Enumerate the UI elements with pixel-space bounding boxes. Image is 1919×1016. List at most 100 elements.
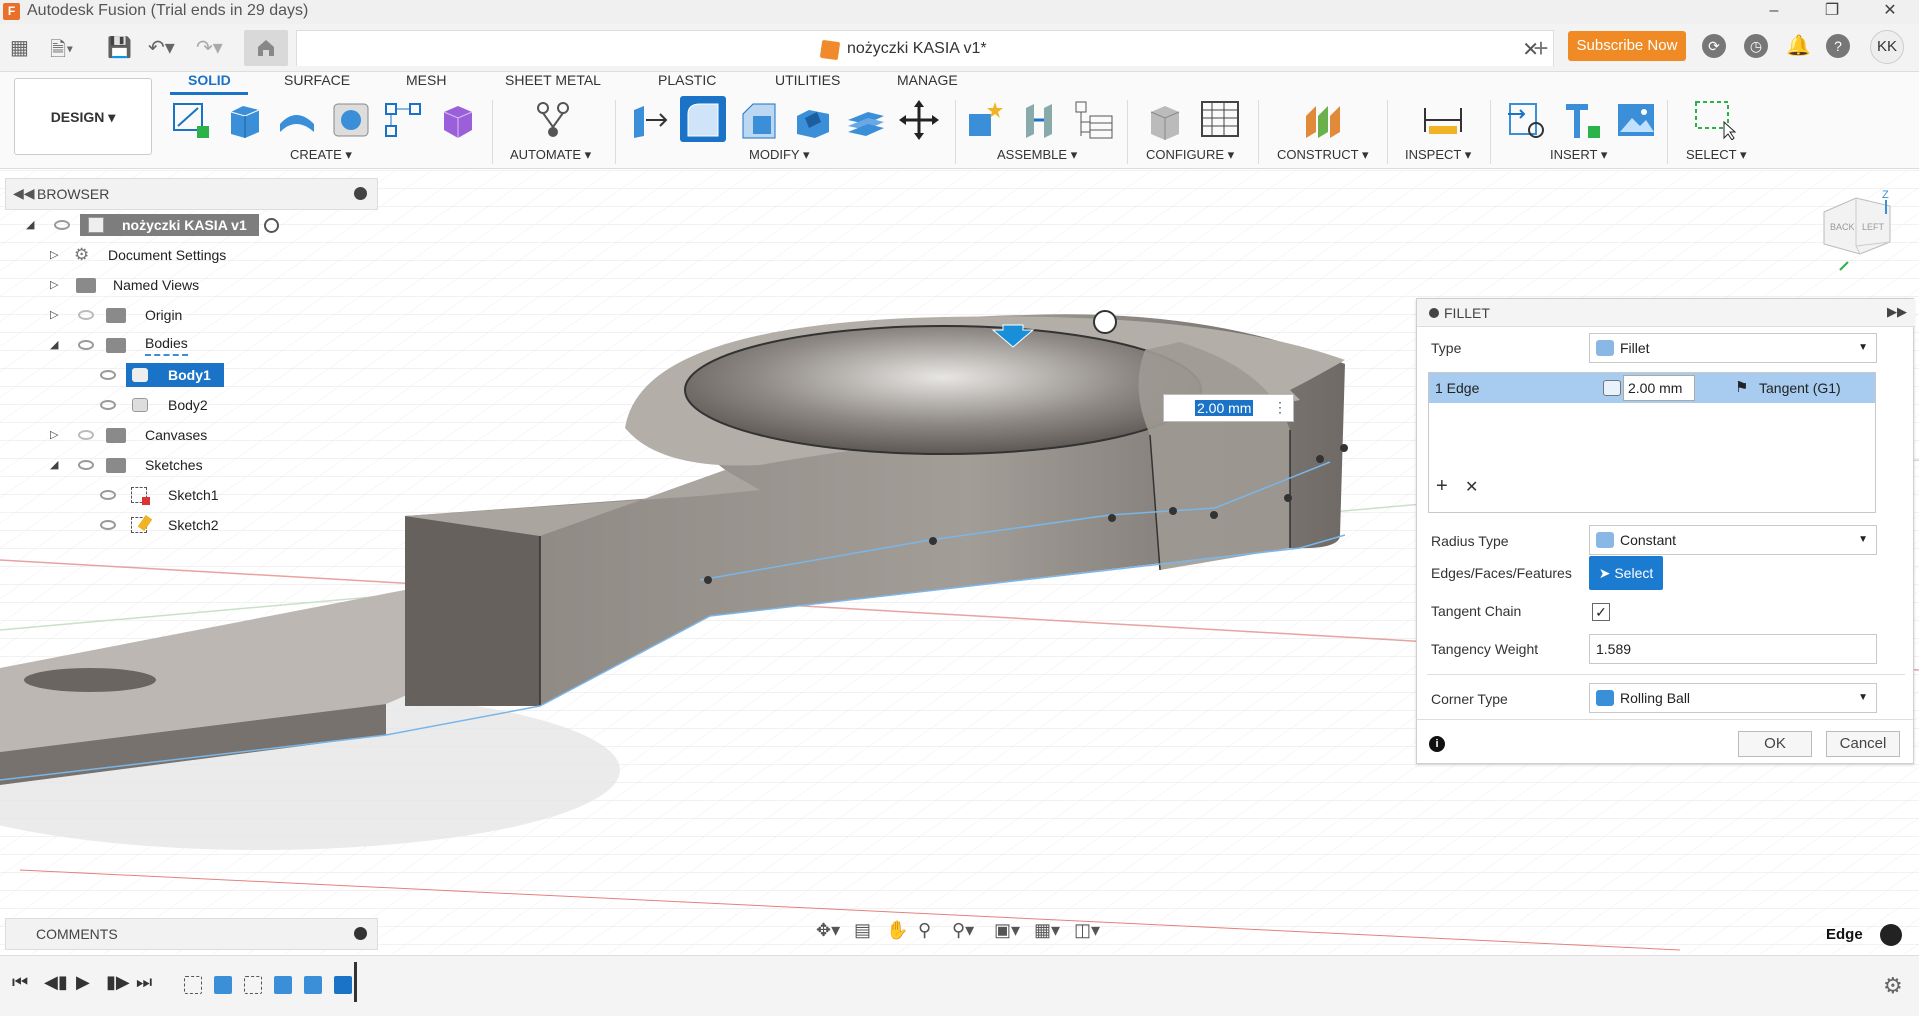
look-at-icon[interactable]: ▤ xyxy=(854,920,871,941)
viewports-icon[interactable]: ◫▾ xyxy=(1074,920,1100,941)
group-modify[interactable]: MODIFY ▾ xyxy=(749,147,809,163)
new-component-icon[interactable] xyxy=(965,98,1007,140)
user-avatar[interactable]: KK xyxy=(1870,30,1904,64)
timeline-extrude-icon[interactable] xyxy=(304,976,322,994)
timeline-settings-gear-icon[interactable]: ⚙ xyxy=(1883,973,1903,999)
expand-icon[interactable]: ▷ xyxy=(50,242,58,268)
collapse-icon[interactable]: ◢ xyxy=(50,452,58,478)
dimension-menu-icon[interactable]: ⋮ xyxy=(1273,399,1287,416)
edge-row[interactable]: 1 Edge 2.00 mm ⚑ Tangent (G1) xyxy=(1429,373,1875,403)
sketch-point[interactable] xyxy=(1340,444,1348,452)
timeline-extrude-icon[interactable] xyxy=(274,976,292,994)
create-sketch-icon[interactable] xyxy=(170,98,212,140)
type-dropdown[interactable]: Fillet ▼ xyxy=(1589,333,1877,363)
tree-item-bodies[interactable]: ◢ Bodies xyxy=(0,332,380,358)
tree-item-canvases[interactable]: ▷ Canvases xyxy=(0,422,380,448)
timeline-marker[interactable] xyxy=(354,962,357,1002)
sketch-point[interactable] xyxy=(1210,511,1218,519)
select-edges-button[interactable]: ➤ Select xyxy=(1589,556,1663,590)
fillet-tool-active[interactable] xyxy=(680,96,726,142)
notifications-icon[interactable]: 🔔 xyxy=(1786,34,1811,58)
fit-icon[interactable]: ⚲▾ xyxy=(952,920,974,941)
undo-icon[interactable]: ↶▾ xyxy=(148,35,175,60)
grid-settings-icon[interactable]: ▦▾ xyxy=(1034,920,1060,941)
move-copy-icon[interactable] xyxy=(898,98,940,140)
play-icon[interactable]: ▶ xyxy=(76,972,90,993)
group-assemble[interactable]: ASSEMBLE ▾ xyxy=(997,147,1077,163)
tree-item-document-settings[interactable]: ▷ ⚙ Document Settings xyxy=(0,242,380,268)
extensions-icon[interactable]: ⟳ xyxy=(1702,34,1726,58)
timeline-canvas-icon[interactable] xyxy=(214,976,232,994)
subscribe-button[interactable]: Subscribe Now xyxy=(1568,31,1686,61)
edge-radius-input[interactable]: 2.00 mm xyxy=(1623,375,1695,401)
collapse-browser-icon[interactable]: ◀◀ xyxy=(13,185,35,202)
browser-minimize-icon[interactable] xyxy=(354,187,367,200)
revolve-icon[interactable] xyxy=(276,98,318,140)
hidden-eye-icon[interactable] xyxy=(78,430,94,440)
create-form-icon[interactable] xyxy=(436,98,478,140)
sketch-point[interactable] xyxy=(1169,507,1177,515)
extrude-icon[interactable] xyxy=(223,98,265,140)
apps-grid-icon[interactable]: ▦ xyxy=(10,35,29,60)
info-icon[interactable]: i xyxy=(1429,736,1445,752)
continuity-value[interactable]: Tangent (G1) xyxy=(1759,373,1841,403)
sketch-point[interactable] xyxy=(704,576,712,584)
tree-item-body1[interactable]: Body1 xyxy=(0,362,380,388)
save-icon[interactable]: 💾 xyxy=(107,35,132,60)
comments-panel[interactable]: COMMENTS xyxy=(5,918,378,950)
cancel-button[interactable]: Cancel xyxy=(1826,731,1900,757)
insert-mcmaster-icon[interactable] xyxy=(1562,98,1604,140)
rotate-manipulator[interactable] xyxy=(1093,310,1117,334)
ok-button[interactable]: OK xyxy=(1738,731,1812,757)
dialog-collapse-icon[interactable] xyxy=(1429,308,1439,318)
workspace-switcher[interactable]: DESIGN ▾ xyxy=(14,78,152,155)
sketch-point[interactable] xyxy=(1108,514,1116,522)
radius-type-dropdown[interactable]: Constant ▼ xyxy=(1589,525,1877,555)
timeline-fillet-icon[interactable] xyxy=(334,976,352,994)
visibility-eye-icon[interactable] xyxy=(100,400,116,410)
radius-dimension-input[interactable]: 2.00 mm ⋮ xyxy=(1163,394,1294,422)
group-automate[interactable]: AUTOMATE ▾ xyxy=(510,147,591,163)
restore-icon[interactable]: ❐ xyxy=(1803,0,1861,24)
press-pull-icon[interactable] xyxy=(628,98,670,140)
minimize-icon[interactable]: – xyxy=(1745,0,1803,24)
dimension-value[interactable]: 2.00 mm xyxy=(1195,400,1254,416)
tab-surface[interactable]: SURFACE xyxy=(284,72,350,88)
help-icon[interactable]: ? xyxy=(1826,34,1850,58)
go-to-start-icon[interactable]: ⏮ xyxy=(12,972,28,993)
combine-icon[interactable] xyxy=(844,98,886,140)
visibility-eye-icon[interactable] xyxy=(54,220,70,230)
expand-icon[interactable]: ▷ xyxy=(50,422,58,448)
group-select[interactable]: SELECT ▾ xyxy=(1686,147,1746,163)
document-tab[interactable]: nożyczki KASIA v1* ✕ xyxy=(296,30,1554,66)
selection-filter-icon[interactable] xyxy=(1880,924,1902,946)
visibility-eye-icon[interactable] xyxy=(100,370,116,380)
timeline-sketch-icon[interactable] xyxy=(244,976,262,994)
insert-canvas-icon[interactable] xyxy=(1614,98,1656,140)
joint-icon[interactable] xyxy=(1018,98,1060,140)
file-menu-icon[interactable]: 🗎▾ xyxy=(50,35,73,69)
tree-item-sketch1[interactable]: Sketch1 xyxy=(0,482,380,508)
remove-edge-icon[interactable]: ✕ xyxy=(1465,477,1478,497)
collapse-icon[interactable]: ◢ xyxy=(26,212,34,238)
sketch-point[interactable] xyxy=(1284,494,1292,502)
select-box-icon[interactable] xyxy=(1694,98,1736,140)
tree-item-named-views[interactable]: ▷ Named Views xyxy=(0,272,380,298)
measure-icon[interactable] xyxy=(1421,98,1463,140)
sketch-point[interactable] xyxy=(1316,455,1324,463)
automate-icon[interactable] xyxy=(531,98,573,140)
tab-solid[interactable]: SOLID xyxy=(188,72,231,88)
sketch-point[interactable] xyxy=(929,537,937,545)
tree-item-sketch2[interactable]: Sketch2 xyxy=(0,512,380,538)
step-forward-icon[interactable]: ▮▶ xyxy=(106,972,130,993)
expand-icon[interactable]: ▷ xyxy=(50,272,58,298)
shell-icon[interactable] xyxy=(791,98,833,140)
tree-item-body2[interactable]: Body2 xyxy=(0,392,380,418)
activate-radio-icon[interactable] xyxy=(264,218,279,233)
view-cube[interactable]: BACK LEFT Z xyxy=(1820,184,1900,274)
timeline-sketch-icon[interactable] xyxy=(184,976,202,994)
visibility-eye-icon[interactable] xyxy=(100,520,116,530)
pattern-icon[interactable] xyxy=(382,98,424,140)
group-construct[interactable]: CONSTRUCT ▾ xyxy=(1277,147,1369,163)
go-to-end-icon[interactable]: ⏭ xyxy=(136,972,152,993)
